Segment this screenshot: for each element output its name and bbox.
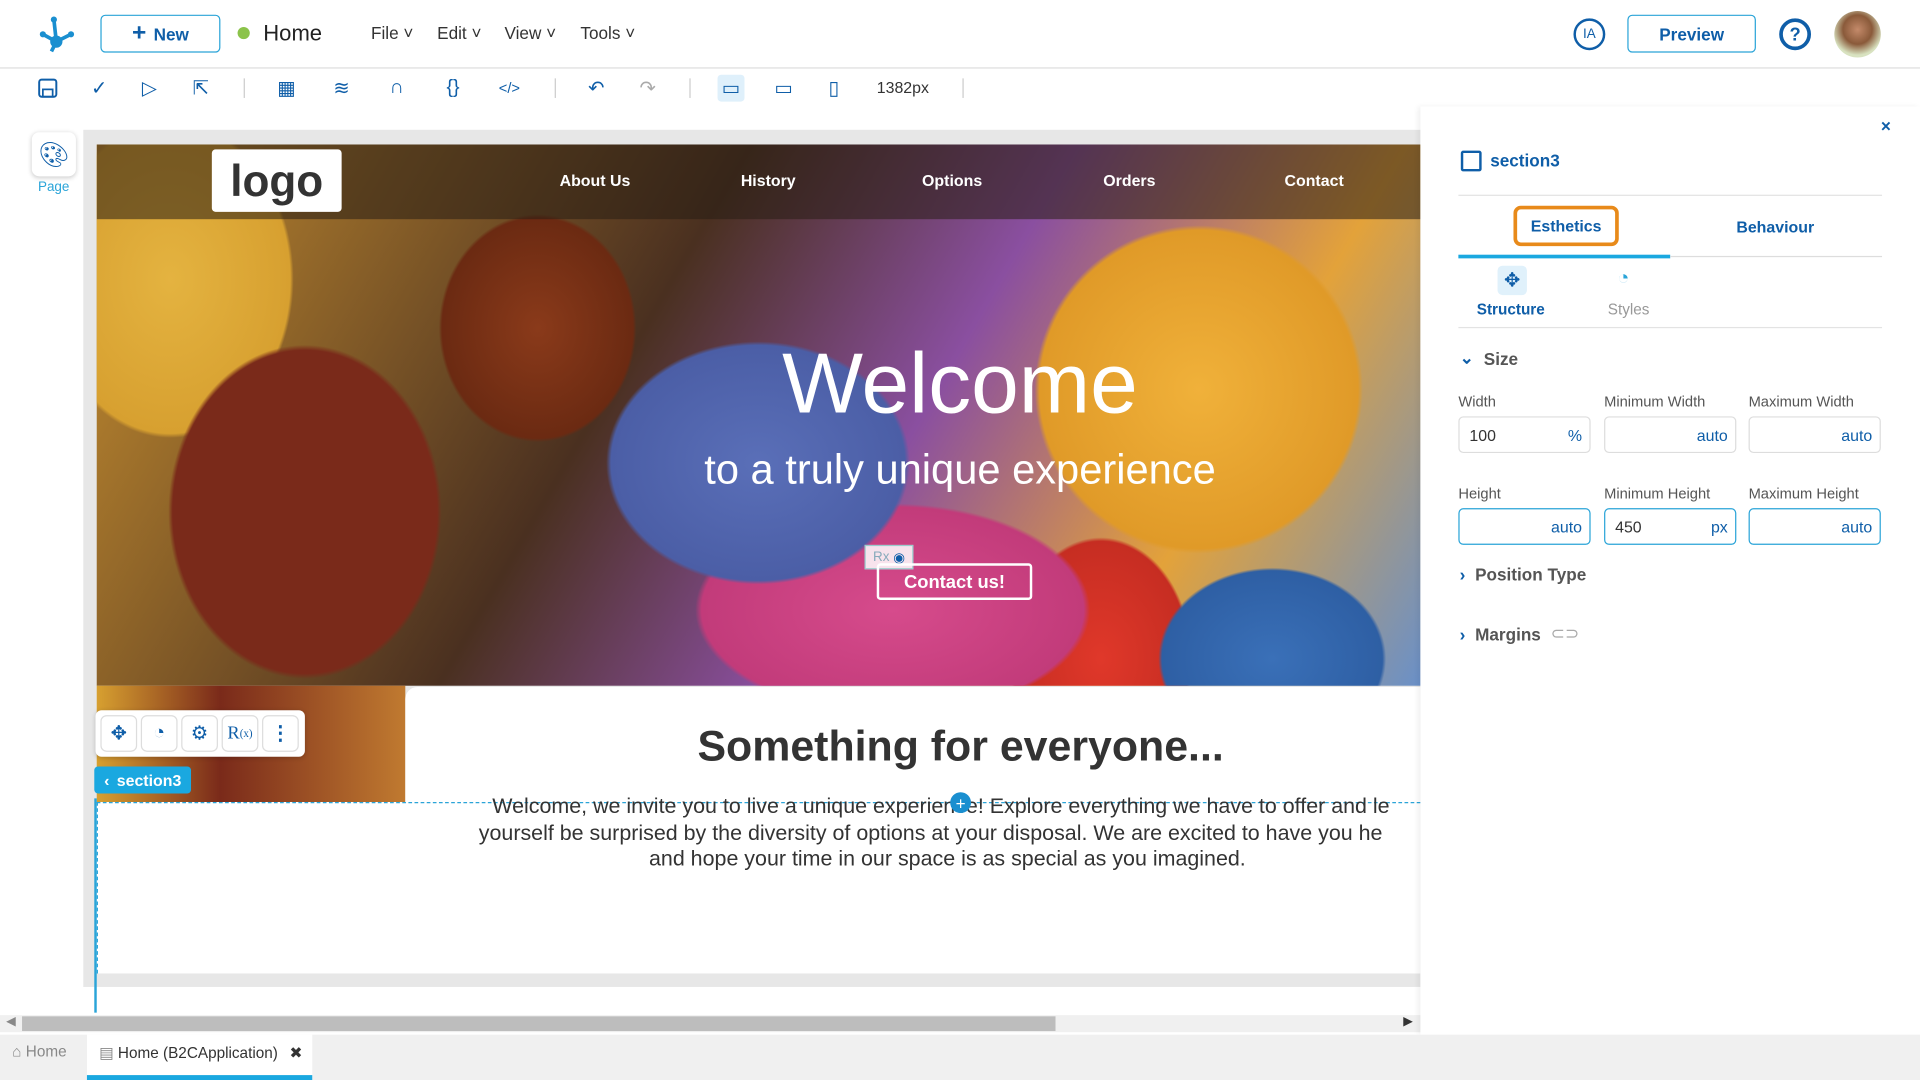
tablet-view-icon[interactable]: ▭ xyxy=(770,75,797,102)
page-icon: ▤ xyxy=(99,1044,114,1062)
selection-edge xyxy=(94,798,97,1013)
close-panel-icon[interactable]: × xyxy=(1881,116,1891,136)
max-width-input[interactable]: auto xyxy=(1748,416,1881,454)
hero-section[interactable]: logo About Us History Options Orders Con… xyxy=(96,144,1421,686)
nav-history[interactable]: History xyxy=(741,171,796,189)
min-width-label: Minimum Width xyxy=(1604,393,1706,411)
palette-icon: 🎨︎ xyxy=(38,141,70,169)
nav-options[interactable]: Options xyxy=(922,171,982,189)
scrollbar-thumb[interactable] xyxy=(22,1016,1056,1032)
subtab-structure[interactable]: Structure xyxy=(1477,301,1545,318)
scroll-left-icon: ◀ xyxy=(6,1015,16,1029)
layers-icon[interactable]: ≋ xyxy=(328,75,355,102)
position-type-header[interactable]: › Position Type xyxy=(1460,564,1587,584)
max-height-input[interactable]: auto xyxy=(1748,508,1881,545)
site-logo: logo xyxy=(211,149,342,212)
section-title: Something for everyone... xyxy=(697,722,1224,771)
scroll-right-icon: ▶ xyxy=(1403,1015,1413,1029)
rx-function-icon[interactable]: R (x) xyxy=(221,715,259,752)
components-icon[interactable]: ▦ xyxy=(273,75,300,102)
mobile-view-icon[interactable]: ▯ xyxy=(820,75,847,102)
section-icon xyxy=(1460,150,1482,172)
nav-contact[interactable]: Contact xyxy=(1284,171,1343,189)
nav-about-us[interactable]: About Us xyxy=(560,171,631,189)
element-toolbar: ✥ ◔ ⚙ R (x) ⋮ xyxy=(95,710,305,757)
horizontal-scrollbar[interactable]: ◀ ▶ xyxy=(0,1015,1421,1033)
braces-icon[interactable]: {} xyxy=(440,75,467,102)
chevron-down-icon: ⌄ xyxy=(1459,347,1474,368)
size-section-header[interactable]: ⌄ Size xyxy=(1460,348,1518,369)
chevron-left-icon: ‹ xyxy=(104,770,110,790)
page-styles-button[interactable]: 🎨︎ xyxy=(32,132,76,176)
new-button[interactable]: + New xyxy=(100,14,221,53)
palette-icon[interactable]: ◔ xyxy=(140,715,178,752)
close-tab-icon[interactable]: ✖ xyxy=(289,1044,302,1061)
nav-orders[interactable]: Orders xyxy=(1103,171,1155,189)
contact-us-button[interactable]: Contact us! xyxy=(876,563,1033,601)
hero-subtitle: to a truly unique experience xyxy=(704,446,1216,494)
structure-icon[interactable]: ✥ xyxy=(100,715,138,752)
max-height-label: Maximum Height xyxy=(1748,484,1859,503)
tab-home[interactable]: ⌂ Home xyxy=(12,1043,66,1060)
tab-behaviour[interactable]: Behaviour xyxy=(1736,218,1814,236)
min-width-input[interactable]: auto xyxy=(1604,416,1737,454)
link-icon: ⊂⊃ xyxy=(1550,623,1580,643)
menu-view[interactable]: View ˅ xyxy=(504,23,556,43)
save-icon[interactable] xyxy=(34,75,61,102)
more-vertical-icon[interactable]: ⋮ xyxy=(262,715,299,752)
app-logo-icon[interactable] xyxy=(37,15,76,54)
subtab-styles[interactable]: Styles xyxy=(1608,301,1650,318)
chevron-right-icon: › xyxy=(1459,623,1466,644)
width-label: Width xyxy=(1458,393,1496,411)
ia-assistant-icon[interactable]: IA xyxy=(1573,18,1606,51)
height-input[interactable]: auto xyxy=(1458,508,1591,545)
preview-button[interactable]: Preview xyxy=(1627,14,1756,53)
section-text: Welcome, we invite you to live a unique … xyxy=(478,793,1390,871)
menu-tools[interactable]: Tools ˅ xyxy=(580,23,635,43)
menu-file[interactable]: File ˅ xyxy=(371,23,413,43)
status-dot xyxy=(237,26,250,40)
page-title: Home xyxy=(263,20,323,46)
redo-icon[interactable]: ↷ xyxy=(634,75,661,102)
min-height-label: Minimum Height xyxy=(1604,484,1711,503)
tab-home-b2capplication[interactable]: ▤ Home (B2CApplication) ✖ xyxy=(86,1034,313,1080)
structure-icon[interactable]: ✥ xyxy=(1497,265,1527,296)
export-icon[interactable]: ⇱ xyxy=(187,75,214,102)
styles-palette-icon[interactable]: ◔ xyxy=(1618,268,1630,290)
page-label: Page xyxy=(37,180,70,195)
help-icon[interactable]: ? xyxy=(1779,18,1812,51)
desktop-view-icon[interactable]: ▭ xyxy=(717,74,745,102)
margins-header[interactable]: › Margins ⊂⊃ xyxy=(1460,623,1580,644)
flow-icon[interactable]: ∩ xyxy=(383,75,410,102)
width-readout: 1382px xyxy=(876,78,929,97)
code-icon[interactable]: </> xyxy=(496,75,523,102)
hero-title: Welcome xyxy=(782,335,1138,432)
settings-sparkle-icon[interactable]: ⚙ xyxy=(181,715,218,752)
check-icon[interactable]: ✓ xyxy=(86,75,113,102)
element-name: section3 xyxy=(1490,150,1560,171)
menu-edit[interactable]: Edit ˅ xyxy=(437,23,481,43)
tab-esthetics[interactable]: Esthetics xyxy=(1513,205,1619,247)
min-height-input[interactable]: 450 px xyxy=(1604,508,1737,545)
max-width-label: Maximum Width xyxy=(1748,393,1854,411)
section3-breadcrumb[interactable]: ‹ section3 xyxy=(94,766,192,794)
play-icon[interactable]: ▷ xyxy=(136,75,163,102)
plus-icon: + xyxy=(131,19,147,47)
chevron-right-icon: › xyxy=(1459,564,1466,585)
undo-icon[interactable]: ↶ xyxy=(583,75,610,102)
add-element-icon[interactable]: + xyxy=(950,792,972,814)
user-avatar[interactable] xyxy=(1834,11,1881,58)
height-label: Height xyxy=(1458,484,1501,503)
home-icon: ⌂ xyxy=(12,1043,22,1061)
width-input[interactable]: 100% xyxy=(1458,416,1591,454)
